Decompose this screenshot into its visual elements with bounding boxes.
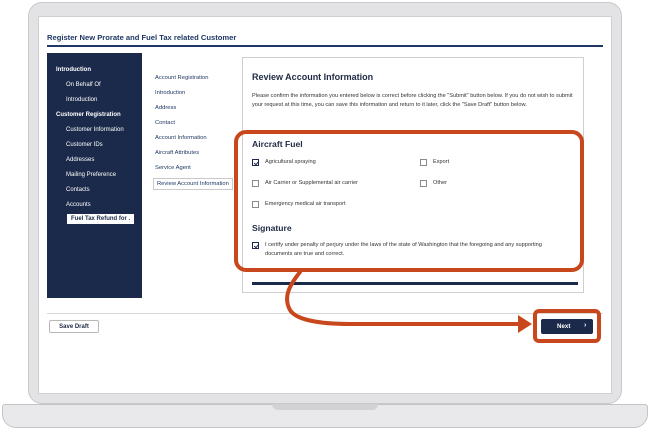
arrow-annotation [285, 270, 532, 333]
